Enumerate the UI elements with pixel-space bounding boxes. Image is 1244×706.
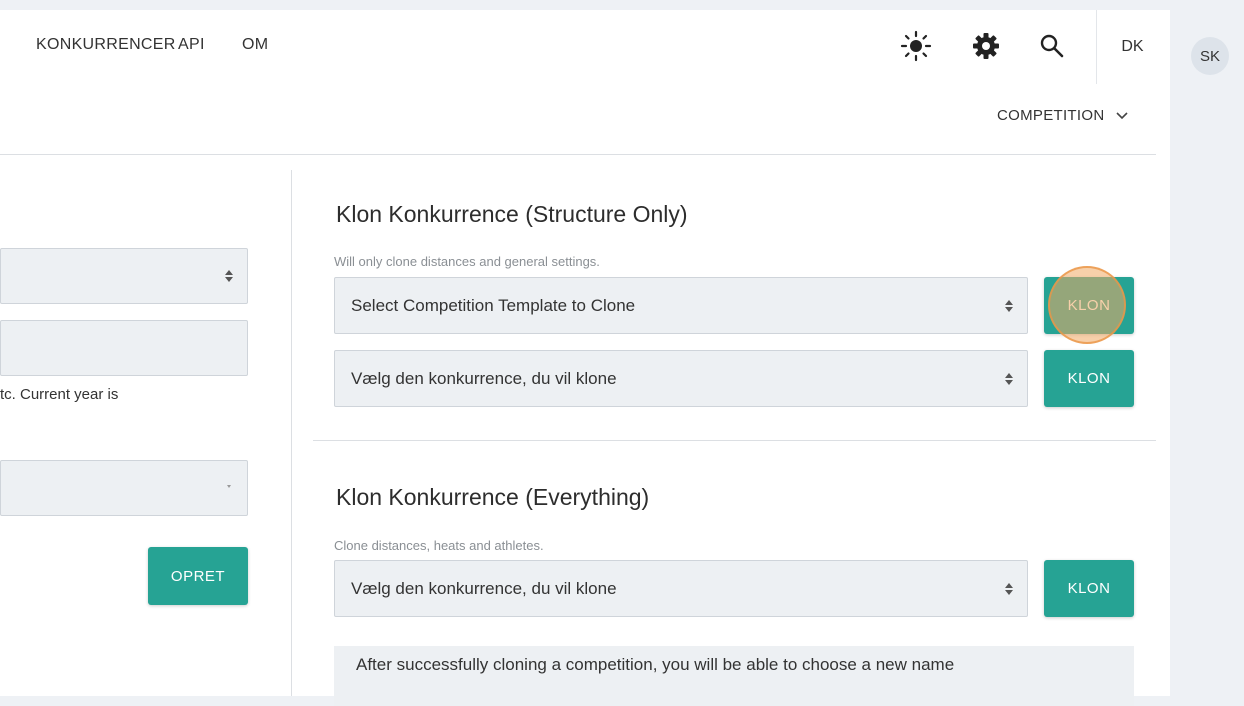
select-arrows-icon [1005,372,1013,385]
structure-section-title: Klon Konkurrence (Structure Only) [336,201,688,227]
caret-down-icon [227,485,231,488]
structure-competition-clone-button[interactable]: KLON [1044,350,1134,407]
structure-template-select[interactable]: Select Competition Template to Clone [334,277,1028,334]
left-select-1[interactable] [0,248,248,304]
select-arrows-icon [225,270,233,282]
everything-section-title: Klon Konkurrence (Everything) [336,484,650,510]
gear-icon[interactable] [970,30,1002,62]
structure-template-clone-button[interactable]: KLON [1044,277,1134,334]
select-arrows-icon [1005,582,1013,595]
nav-link-api[interactable]: API [178,36,205,54]
nav-link-konkurrencer[interactable]: KONKURRENCER [36,36,176,54]
left-help-text: tc. Current year is [0,386,119,403]
right-gutter [1170,84,1244,696]
nav-link-om[interactable]: OM [242,36,268,54]
chevron-down-icon [1116,112,1128,120]
everything-section-hint: Clone distances, heats and athletes. [334,538,544,553]
info-text: After successfully cloning a competition… [356,655,955,674]
language-selector[interactable]: DK [1096,10,1168,84]
left-input-field[interactable] [0,320,248,376]
everything-clone-button[interactable]: KLON [1044,560,1134,617]
search-icon[interactable] [1036,30,1068,62]
competition-menu[interactable]: COMPETITION [997,107,1129,124]
select-arrows-icon [1005,299,1013,312]
structure-competition-select-value: Vælg den konkurrence, du vil klone [351,368,617,388]
everything-competition-select[interactable]: Vælg den konkurrence, du vil klone [334,560,1028,617]
competition-menu-label: COMPETITION [997,107,1105,124]
theme-toggle-sun-icon[interactable] [900,30,932,62]
create-button[interactable]: OPRET [148,547,248,605]
left-select-2[interactable] [0,460,248,516]
header-divider [0,154,1156,155]
structure-competition-select[interactable]: Vælg den konkurrence, du vil klone [334,350,1028,407]
column-divider [291,170,292,696]
section-divider [313,440,1156,441]
avatar[interactable]: SK [1191,37,1229,75]
structure-section-hint: Will only clone distances and general se… [334,254,600,269]
top-navbar: KONKURRENCER API OM DK SK [0,10,1244,84]
everything-competition-select-value: Vælg den konkurrence, du vil klone [351,578,617,598]
structure-template-select-value: Select Competition Template to Clone [351,295,636,315]
